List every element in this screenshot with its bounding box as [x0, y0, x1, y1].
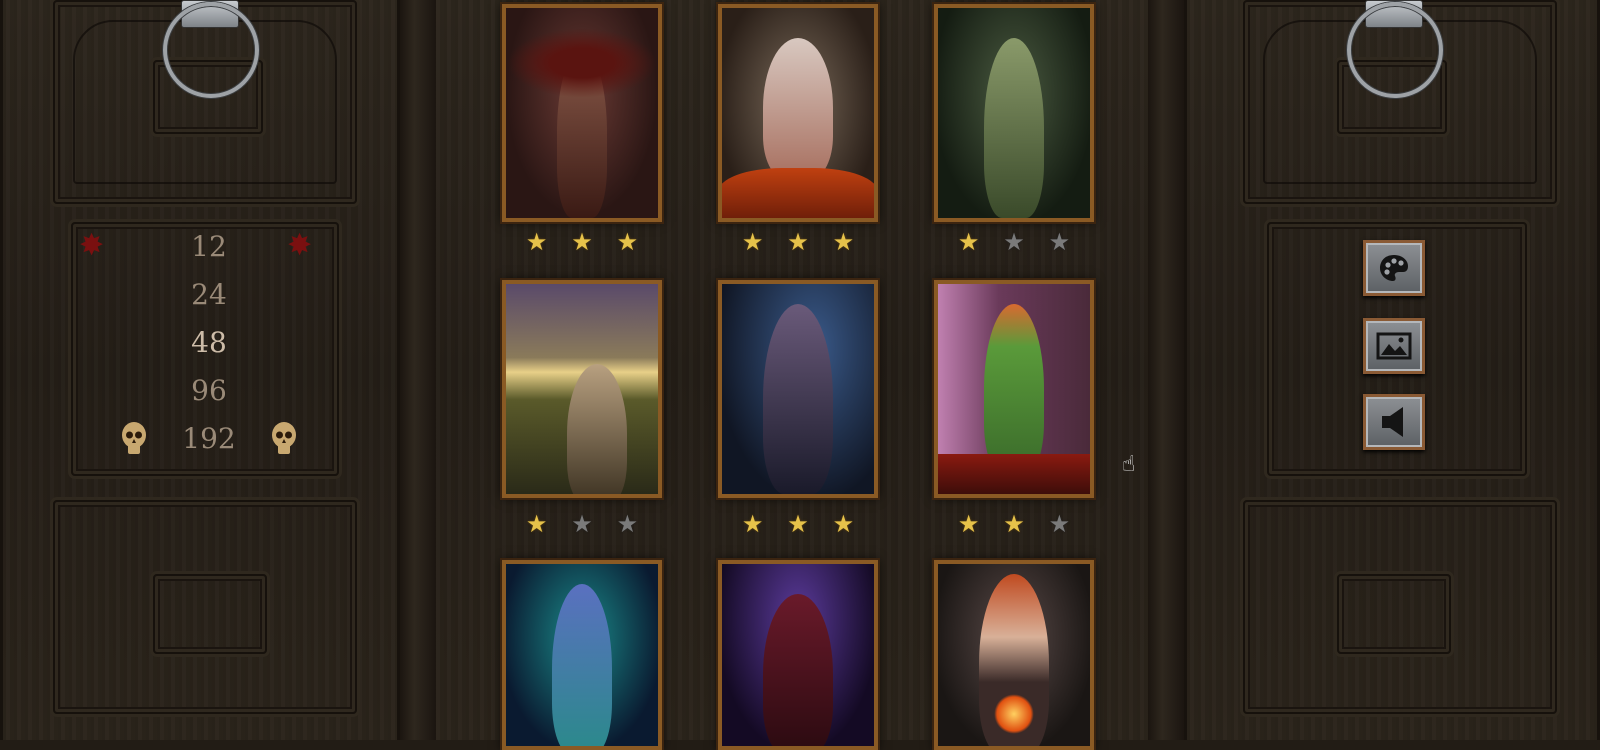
star-gold-icon: ★: [741, 510, 764, 538]
blood-splat-icon: ✸: [79, 228, 105, 263]
card-winged-demon[interactable]: [502, 4, 662, 222]
star-grey-icon: ★: [571, 510, 593, 538]
pillar: [400, 0, 436, 740]
pillar: [1148, 0, 1184, 740]
door-plate: [153, 574, 267, 654]
left-door-panel: ✸ ✸ 12 24 48 96 192: [0, 0, 400, 740]
star-gold-icon: ★: [957, 228, 980, 256]
star-gold-icon: ★: [832, 510, 855, 538]
card-dark-succubus[interactable]: [718, 280, 878, 498]
gallery-button[interactable]: [1363, 318, 1425, 374]
door-ring-icon: [163, 2, 259, 98]
difficulty-option-192[interactable]: 192: [159, 422, 259, 455]
difficulty-option-24[interactable]: 24: [159, 278, 259, 311]
star-rating: ★ ★ ★: [718, 512, 878, 536]
star-gold-icon: ★: [1003, 510, 1025, 538]
skull-icon: [122, 422, 146, 454]
star-rating: ★ ★ ★: [502, 230, 662, 254]
star-gold-icon: ★: [525, 510, 548, 538]
star-gold-icon: ★: [957, 510, 980, 538]
right-door-panel: [1184, 0, 1600, 740]
door-plate: [1337, 574, 1451, 654]
door-ring-icon: [1347, 2, 1443, 98]
star-gold-icon: ★: [787, 510, 809, 538]
card-dryad[interactable]: [934, 4, 1094, 222]
card-witch[interactable]: [718, 4, 878, 222]
speaker-icon: [1382, 407, 1403, 437]
card-teal-demoness[interactable]: [502, 560, 662, 750]
star-grey-icon: ★: [616, 510, 639, 538]
image-icon: [1376, 332, 1412, 360]
star-rating: ★ ★ ★: [934, 230, 1094, 254]
card-fire-maiden[interactable]: [934, 560, 1094, 750]
palette-button[interactable]: [1363, 240, 1425, 296]
palette-icon: [1380, 255, 1408, 281]
card-horned-sorceress[interactable]: [718, 560, 878, 750]
sound-button[interactable]: [1363, 394, 1425, 450]
star-gold-icon: ★: [616, 228, 639, 256]
star-rating: ★ ★ ★: [502, 512, 662, 536]
card-red-archer[interactable]: [934, 280, 1094, 498]
skull-icon: [272, 422, 296, 454]
star-gold-icon: ★: [741, 228, 764, 256]
star-gold-icon: ★: [832, 228, 855, 256]
card-sunset-elf[interactable]: [502, 280, 662, 498]
hand-cursor-icon: ☝: [1122, 452, 1136, 477]
star-grey-icon: ★: [1003, 228, 1025, 256]
blood-splat-icon: ✸: [287, 228, 313, 263]
star-gold-icon: ★: [787, 228, 809, 256]
star-gold-icon: ★: [525, 228, 548, 256]
star-gold-icon: ★: [571, 228, 593, 256]
difficulty-option-48[interactable]: 48: [159, 326, 259, 359]
star-grey-icon: ★: [1048, 510, 1071, 538]
difficulty-option-12[interactable]: 12: [159, 230, 259, 263]
star-rating: ★ ★ ★: [934, 512, 1094, 536]
difficulty-option-96[interactable]: 96: [159, 374, 259, 407]
card-gallery: ★ ★ ★ ★ ★ ★ ★ ★ ★ ★ ★ ★ ★ ★ ★ ★ ★ ★: [400, 0, 1184, 750]
star-grey-icon: ★: [1048, 228, 1071, 256]
star-rating: ★ ★ ★: [718, 230, 878, 254]
